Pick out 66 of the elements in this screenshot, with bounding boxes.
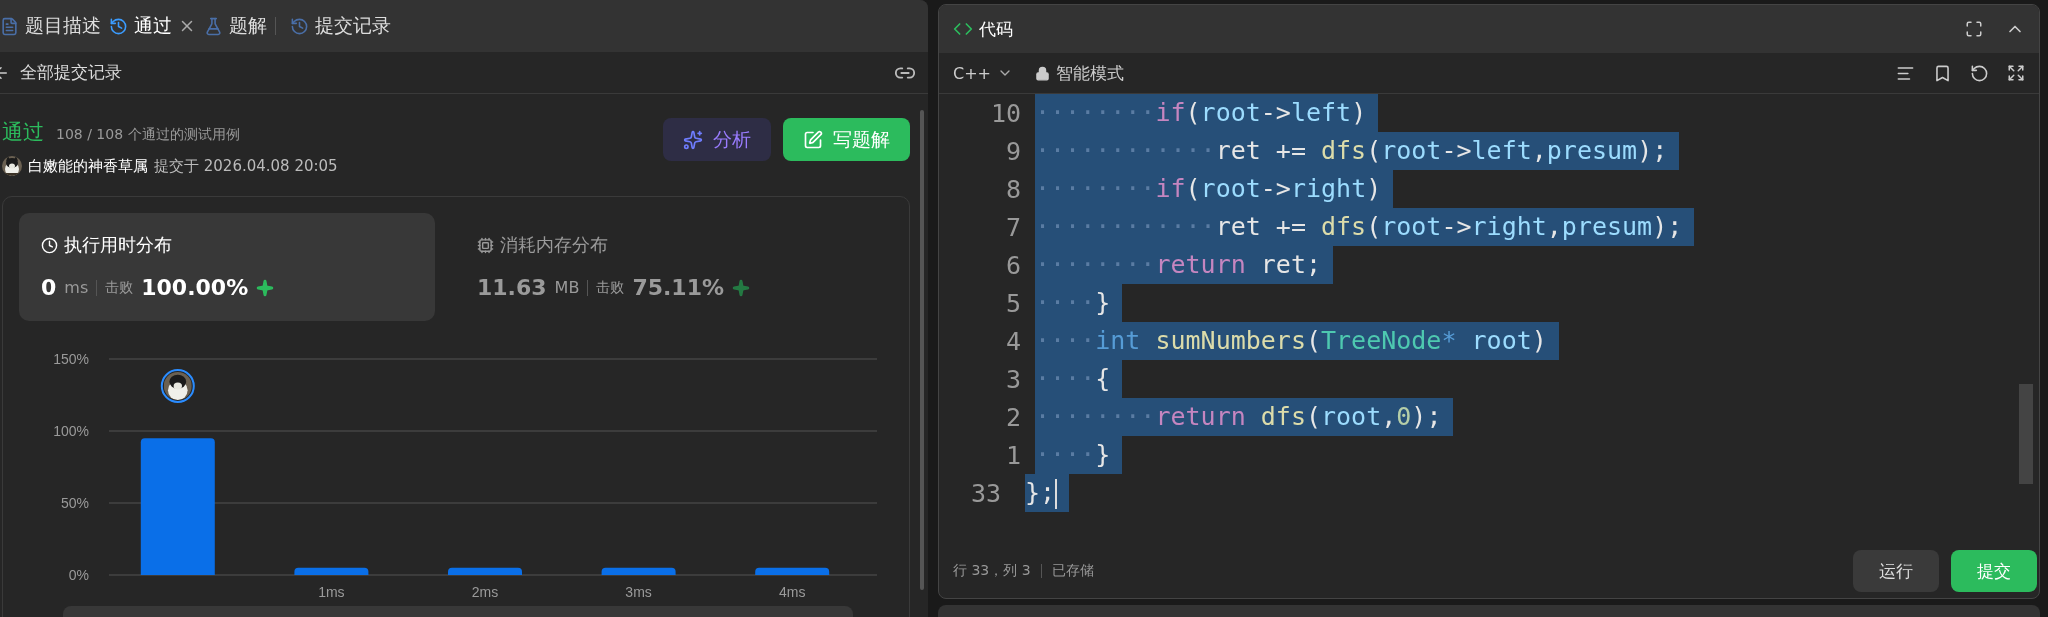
submit-time: 提交于 2026.04.08 20:05 <box>154 156 338 176</box>
save-status: 已存储 <box>1051 562 1094 580</box>
metric-title: 执行用时分布 <box>64 233 172 257</box>
tab[interactable]: 题解 <box>204 13 267 39</box>
language-select[interactable]: C++ <box>953 63 1013 83</box>
lock-icon <box>1035 65 1050 81</box>
tab[interactable]: 题目描述 <box>0 13 101 39</box>
metric-value: 0 <box>41 275 57 300</box>
tab[interactable]: 提交记录 <box>275 13 391 39</box>
axis-label: 1ms <box>318 584 345 600</box>
axis-label: 4ms <box>778 584 806 600</box>
line-number: 10 <box>989 98 1022 128</box>
line-number: 3 <box>1004 364 1022 394</box>
metric-value: 11.63 <box>477 275 547 300</box>
history-icon <box>109 16 128 36</box>
metric-card[interactable]: 执行用时分布 0 ms 击败 100.00% <box>19 213 435 321</box>
back-link[interactable]: 全部提交记录 <box>20 61 122 84</box>
metric-unit: ms <box>64 278 89 297</box>
beats-value: 100.00% <box>141 275 249 300</box>
line-number: 7 <box>1004 212 1022 242</box>
scrollbar[interactable] <box>2019 384 2033 484</box>
panel-title: 代码 <box>979 17 1013 41</box>
flask-icon <box>204 16 223 36</box>
line-number: 5 <box>1004 288 1022 318</box>
mode-label[interactable]: 智能模式 <box>1056 61 1124 85</box>
line-number: 6 <box>1004 250 1022 280</box>
bar[interactable] <box>601 567 676 575</box>
beats-label: 击败 <box>596 278 625 297</box>
axis-label: 50% <box>60 495 89 511</box>
sparkle-icon <box>683 129 703 150</box>
axis-label: 100% <box>53 423 89 439</box>
line-number: 4 <box>1004 326 1022 356</box>
edit-icon <box>803 129 823 150</box>
line-number: 8 <box>1004 174 1022 204</box>
clock-icon <box>41 236 58 254</box>
beats-label: 击败 <box>105 278 134 297</box>
bar[interactable] <box>755 567 830 575</box>
user-name[interactable]: 白嫩能的神香草属 <box>28 156 148 176</box>
testcase-count: 108 / 108 个通过的测试用例 <box>56 126 240 144</box>
fullscreen-icon[interactable] <box>1965 20 1983 38</box>
status-label: 通过 <box>2 119 44 146</box>
history-icon <box>290 16 309 36</box>
axis-label: 0% <box>68 567 89 583</box>
metric-card[interactable]: 消耗内存分布 11.63 MB 击败 75.11% <box>455 213 871 321</box>
line-number: 1 <box>1004 440 1022 470</box>
chip-icon <box>477 236 494 254</box>
scrollbar[interactable] <box>920 110 924 590</box>
axis-label: 150% <box>53 351 89 367</box>
line-number: 2 <box>1004 402 1022 432</box>
metric-title: 消耗内存分布 <box>500 233 608 257</box>
beats-value: 75.11% <box>632 275 724 300</box>
metric-unit: MB <box>554 278 580 297</box>
bookmark-icon[interactable] <box>1933 63 1952 83</box>
axis-label: 2ms <box>471 584 499 600</box>
reset-icon[interactable] <box>1970 63 1989 83</box>
run-button[interactable]: 运行 <box>1853 550 1939 592</box>
analyze-button[interactable]: 分析 <box>663 118 771 161</box>
bar[interactable] <box>294 567 369 575</box>
line-number: 9 <box>1004 136 1022 166</box>
document-icon <box>0 16 19 36</box>
tab[interactable]: 通过 <box>109 13 196 39</box>
line-number: 33 <box>969 478 1002 508</box>
cursor-position: 行 33，列 3 <box>953 562 1031 580</box>
expand-icon[interactable] <box>2007 64 2025 82</box>
axis-label: 3ms <box>625 584 652 600</box>
bar[interactable] <box>448 567 522 575</box>
